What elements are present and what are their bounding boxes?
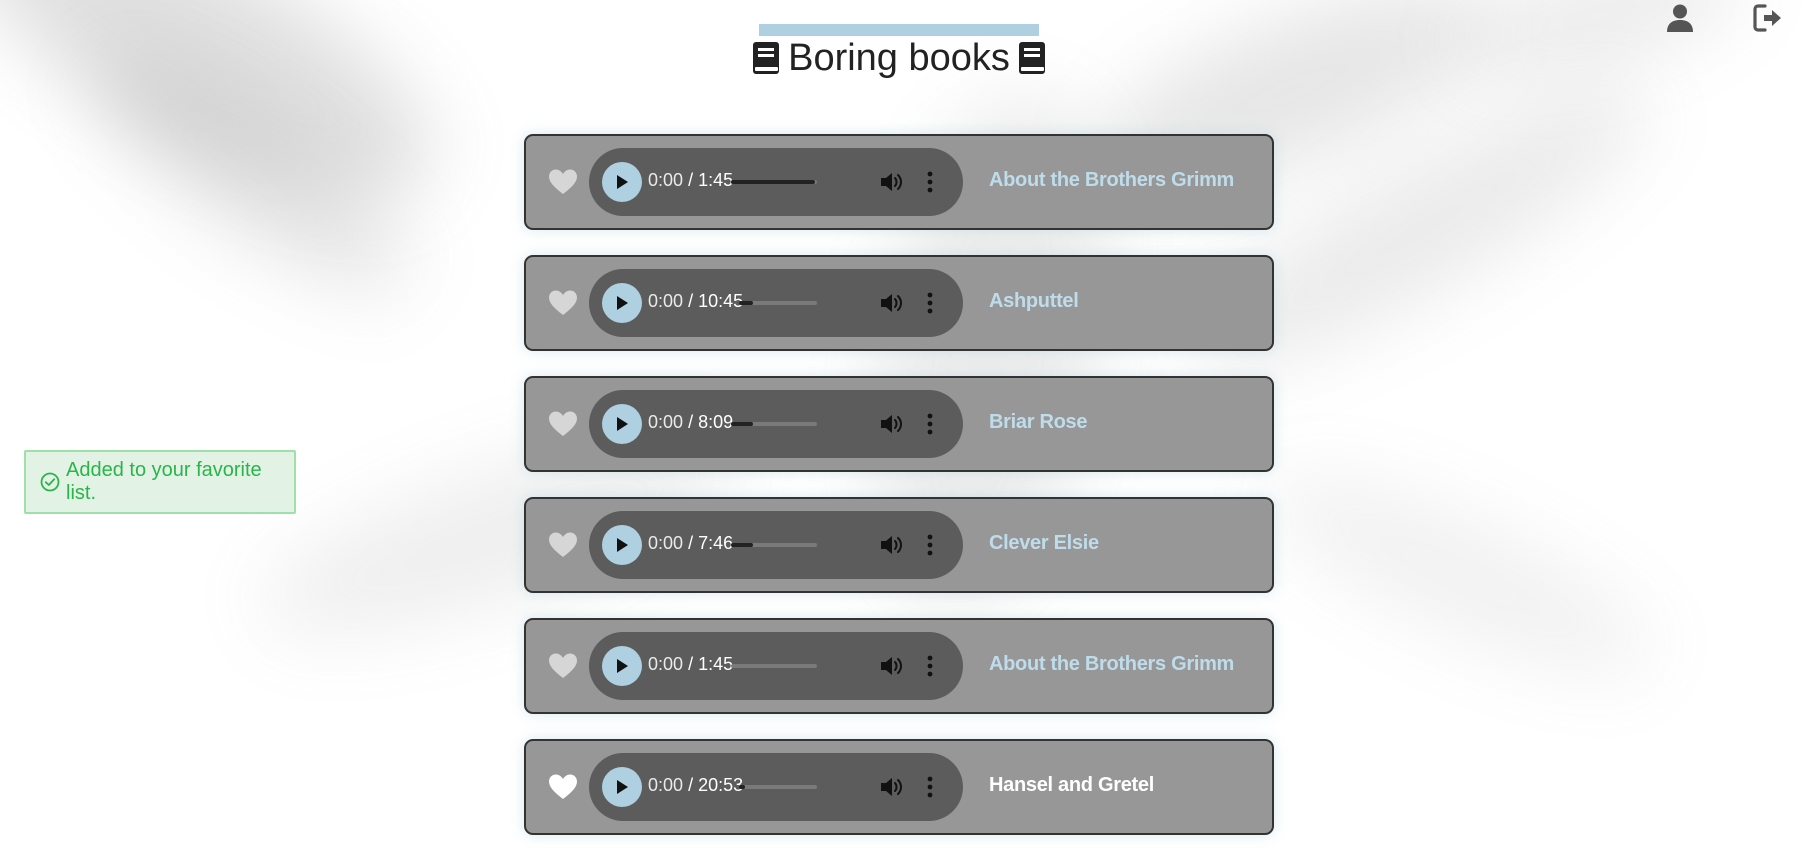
volume-icon[interactable] xyxy=(879,413,903,435)
current-time: 0:00 xyxy=(648,775,684,795)
audio-player: 0:00 / 1:45 xyxy=(589,148,963,216)
page-title-text: Boring books xyxy=(788,36,1010,79)
seek-bar[interactable] xyxy=(731,422,817,426)
duration: / 1:45 xyxy=(688,654,734,674)
play-button[interactable] xyxy=(602,162,642,202)
volume-icon[interactable] xyxy=(879,171,903,193)
track-title: Briar Rose xyxy=(989,411,1088,433)
toast-message: Added to your favorite list. xyxy=(66,459,262,504)
play-button[interactable] xyxy=(602,404,642,444)
play-icon xyxy=(617,780,628,794)
volume-icon[interactable] xyxy=(879,776,903,798)
track-item: 0:00 / 1:45 About the Brothers Grimm xyxy=(524,618,1274,714)
track-title: Ashputtel xyxy=(989,290,1079,312)
page-title: Boring books xyxy=(753,33,1045,83)
play-icon xyxy=(617,175,628,189)
volume-icon[interactable] xyxy=(879,292,903,314)
volume-icon[interactable] xyxy=(879,655,903,677)
track-title: About the Brothers Grimm xyxy=(989,653,1235,675)
track-item: 0:00 / 20:53 Hansel and Gretel xyxy=(524,739,1274,835)
seek-bar-fill xyxy=(739,785,745,789)
play-button[interactable] xyxy=(602,646,642,686)
current-time: 0:00 xyxy=(648,291,684,311)
current-time: 0:00 xyxy=(648,170,684,190)
duration: / 1:45 xyxy=(688,170,734,190)
play-icon xyxy=(617,296,628,310)
time-display: 0:00 / 8:09 xyxy=(648,412,733,433)
current-time: 0:00 xyxy=(648,654,684,674)
play-icon xyxy=(617,538,628,552)
play-icon xyxy=(617,417,628,431)
more-options-icon[interactable] xyxy=(926,776,934,798)
track-item: 0:00 / 7:46 Clever Elsie xyxy=(524,497,1274,593)
seek-bar[interactable] xyxy=(731,543,817,547)
time-display: 0:00 / 20:53 xyxy=(648,775,743,796)
volume-icon[interactable] xyxy=(879,534,903,556)
check-circle-icon xyxy=(40,472,60,492)
more-options-icon[interactable] xyxy=(926,171,934,193)
time-display: 0:00 / 7:46 xyxy=(648,533,733,554)
audio-player: 0:00 / 20:53 xyxy=(589,753,963,821)
heart-icon[interactable] xyxy=(548,531,578,559)
track-title: Hansel and Gretel xyxy=(989,774,1154,796)
heart-icon[interactable] xyxy=(548,289,578,317)
track-item: 0:00 / 10:45 Ashputtel xyxy=(524,255,1274,351)
seek-bar-fill xyxy=(731,180,815,184)
more-options-icon[interactable] xyxy=(926,292,934,314)
track-item: 0:00 / 8:09 Briar Rose xyxy=(524,376,1274,472)
seek-bar-fill xyxy=(739,301,753,305)
play-button[interactable] xyxy=(602,525,642,565)
duration: / 7:46 xyxy=(688,533,734,553)
time-display: 0:00 / 10:45 xyxy=(648,291,743,312)
seek-bar[interactable] xyxy=(739,301,817,305)
heart-icon[interactable] xyxy=(548,652,578,680)
time-display: 0:00 / 1:45 xyxy=(648,654,733,675)
more-options-icon[interactable] xyxy=(926,655,934,677)
seek-bar[interactable] xyxy=(739,785,817,789)
track-title: Clever Elsie xyxy=(989,532,1099,554)
play-button[interactable] xyxy=(602,767,642,807)
seek-bar-fill xyxy=(731,543,753,547)
track-list: 0:00 / 1:45 About the Brothers Grimm 0:0… xyxy=(524,134,1274,860)
duration: / 20:53 xyxy=(688,775,744,795)
audio-player: 0:00 / 1:45 xyxy=(589,632,963,700)
play-button[interactable] xyxy=(602,283,642,323)
user-icon[interactable] xyxy=(1665,3,1695,33)
heart-icon[interactable] xyxy=(548,410,578,438)
seek-bar-fill xyxy=(731,422,753,426)
current-time: 0:00 xyxy=(648,533,684,553)
time-display: 0:00 / 1:45 xyxy=(648,170,733,191)
seek-bar[interactable] xyxy=(731,664,817,668)
more-options-icon[interactable] xyxy=(926,413,934,435)
more-options-icon[interactable] xyxy=(926,534,934,556)
logout-icon[interactable] xyxy=(1753,3,1783,33)
toast-notification: Added to your favorite list. xyxy=(24,450,296,514)
book-icon xyxy=(1018,42,1045,74)
duration: / 10:45 xyxy=(688,291,744,311)
audio-player: 0:00 / 10:45 xyxy=(589,269,963,337)
heart-icon[interactable] xyxy=(548,773,578,801)
track-title: About the Brothers Grimm xyxy=(989,169,1235,191)
track-item: 0:00 / 1:45 About the Brothers Grimm xyxy=(524,134,1274,230)
seek-bar[interactable] xyxy=(731,180,817,184)
book-icon xyxy=(753,42,780,74)
audio-player: 0:00 / 8:09 xyxy=(589,390,963,458)
play-icon xyxy=(617,659,628,673)
current-time: 0:00 xyxy=(648,412,684,432)
audio-player: 0:00 / 7:46 xyxy=(589,511,963,579)
duration: / 8:09 xyxy=(688,412,734,432)
heart-icon[interactable] xyxy=(548,168,578,196)
